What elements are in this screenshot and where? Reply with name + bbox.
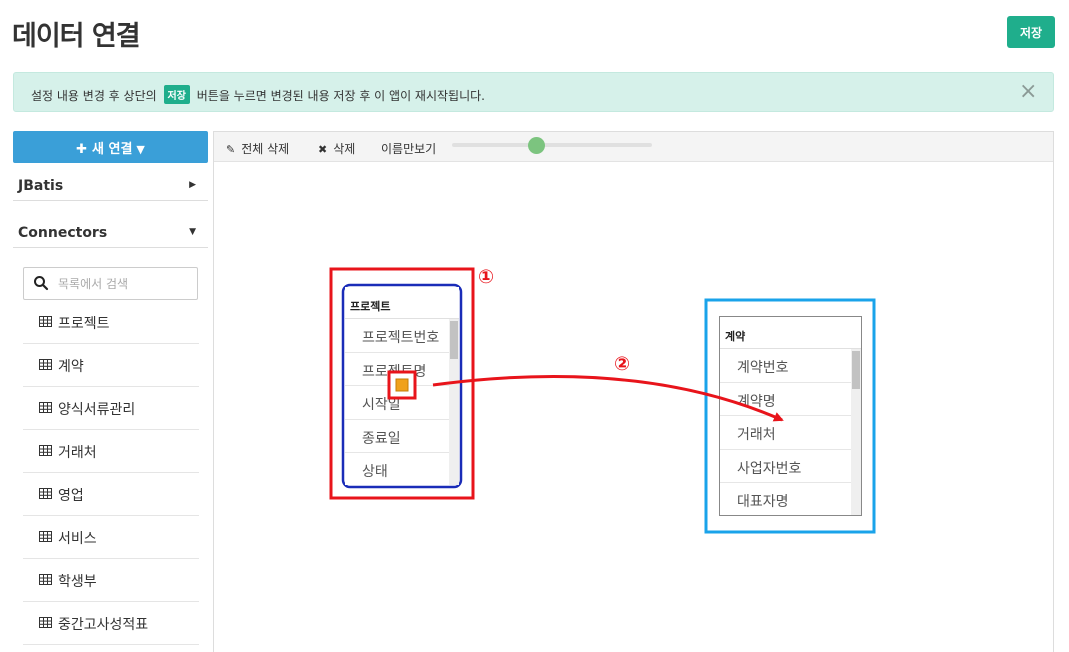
entity-scrollbar[interactable]	[851, 349, 861, 515]
plus-icon: ✚	[76, 141, 88, 157]
delete-button[interactable]: ✖ 삭제	[318, 140, 355, 157]
canvas-panel[interactable]: ✎ 전체 삭제 ✖ 삭제 이름만보기	[213, 131, 1054, 652]
table-list-item[interactable]: 거래처	[23, 430, 199, 473]
annotation-marker-2: ②	[614, 353, 631, 375]
caret-down-icon: ▼	[189, 227, 196, 237]
close-icon[interactable]: ×	[1019, 81, 1037, 103]
table-icon	[39, 531, 52, 542]
notice-text-before: 설정 내용 변경 후 상단의	[31, 89, 157, 103]
annotation-marker-1: ①	[478, 266, 495, 288]
table-list-label: 서비스	[58, 531, 97, 547]
table-list-item[interactable]: 영업	[23, 473, 199, 516]
table-list-label: 학생부	[58, 574, 97, 590]
table-list-item[interactable]: 계약	[23, 344, 199, 387]
close-icon: ✖	[318, 143, 328, 156]
entity-field[interactable]: 계약명	[720, 383, 861, 416]
entity-field[interactable]: 거래처	[720, 416, 861, 450]
notice-save-badge: 저장	[163, 85, 190, 104]
table-icon	[39, 316, 52, 327]
entity-title: 프로젝트	[345, 287, 459, 319]
table-icon	[39, 617, 52, 628]
entity-field[interactable]: 종료일	[345, 420, 459, 453]
sidebar-section-jbatis[interactable]: JBatis ▶	[13, 175, 208, 201]
table-list-label: 영업	[58, 488, 84, 504]
entity-title: 계약	[720, 317, 861, 349]
entity-field[interactable]: 계약번호	[720, 349, 861, 383]
sidebar-section-connectors[interactable]: Connectors ▼	[13, 222, 208, 248]
zoom-slider[interactable]	[452, 143, 652, 147]
entity-field[interactable]: 시작일	[345, 386, 459, 420]
table-list-item[interactable]: 서비스	[23, 516, 199, 559]
table-list-label: 거래처	[58, 445, 97, 461]
sidebar-section-label: JBatis	[18, 178, 64, 194]
table-list-item[interactable]: 양식서류관리	[23, 387, 199, 430]
delete-label: 삭제	[333, 142, 356, 156]
table-list-item[interactable]: 중간고사성적표	[23, 602, 199, 645]
delete-all-button[interactable]: ✎ 전체 삭제	[226, 140, 289, 157]
table-list: 프로젝트 계약 양식서류관리 거래처 영업 서비스 학생부 중간고사성적표	[23, 301, 199, 645]
table-icon	[39, 574, 52, 585]
entity-field[interactable]: 프로젝트번호	[345, 319, 459, 353]
table-list-label: 중간고사성적표	[58, 617, 149, 633]
entity-field[interactable]: 대표자명	[720, 483, 861, 517]
eraser-icon: ✎	[226, 143, 236, 156]
entity-box-project[interactable]: 프로젝트 프로젝트번호 프로젝트명 시작일 종료일 상태	[345, 287, 459, 485]
entity-scrollbar-thumb[interactable]	[450, 321, 458, 359]
search-input[interactable]	[58, 275, 188, 293]
table-icon	[39, 359, 52, 370]
table-list-item[interactable]: 프로젝트	[23, 301, 199, 344]
entity-field[interactable]: 상태	[345, 453, 459, 487]
table-list-label: 양식서류관리	[58, 402, 136, 418]
caret-right-icon: ▶	[189, 180, 196, 190]
table-list-item[interactable]: 학생부	[23, 559, 199, 602]
entity-field[interactable]: 프로젝트명	[345, 353, 459, 386]
delete-all-label: 전체 삭제	[241, 142, 290, 156]
save-button[interactable]: 저장	[1007, 16, 1055, 48]
table-list-label: 계약	[58, 359, 84, 375]
sidebar-section-label: Connectors	[18, 225, 108, 241]
notice-text: 설정 내용 변경 후 상단의 저장 버튼을 누르면 변경된 내용 저장 후 이 …	[31, 85, 485, 104]
entity-scrollbar-thumb[interactable]	[852, 351, 860, 389]
table-list-label: 프로젝트	[58, 316, 110, 332]
zoom-slider-thumb[interactable]	[527, 137, 545, 154]
page-title: 데이터 연결	[12, 21, 141, 52]
search-icon	[34, 276, 49, 291]
names-only-toggle[interactable]: 이름만보기	[381, 140, 436, 157]
entity-field[interactable]: 사업자번호	[720, 450, 861, 483]
notice-text-after: 버튼을 누르면 변경된 내용 저장 후 이 앱이 재시작됩니다.	[196, 89, 485, 103]
notice-banner: 설정 내용 변경 후 상단의 저장 버튼을 누르면 변경된 내용 저장 후 이 …	[13, 72, 1054, 112]
chevron-down-icon: ▼	[136, 142, 145, 156]
new-connection-label: 새 연결	[92, 141, 133, 157]
entity-scrollbar[interactable]	[449, 319, 459, 485]
table-icon	[39, 402, 52, 413]
entity-box-contract[interactable]: 계약 계약번호 계약명 거래처 사업자번호 대표자명	[719, 316, 862, 516]
table-icon	[39, 488, 52, 499]
search-box[interactable]	[23, 267, 198, 300]
new-connection-button[interactable]: ✚ 새 연결 ▼	[13, 131, 208, 163]
canvas-toolbar: ✎ 전체 삭제 ✖ 삭제 이름만보기	[214, 132, 1053, 162]
table-icon	[39, 445, 52, 456]
